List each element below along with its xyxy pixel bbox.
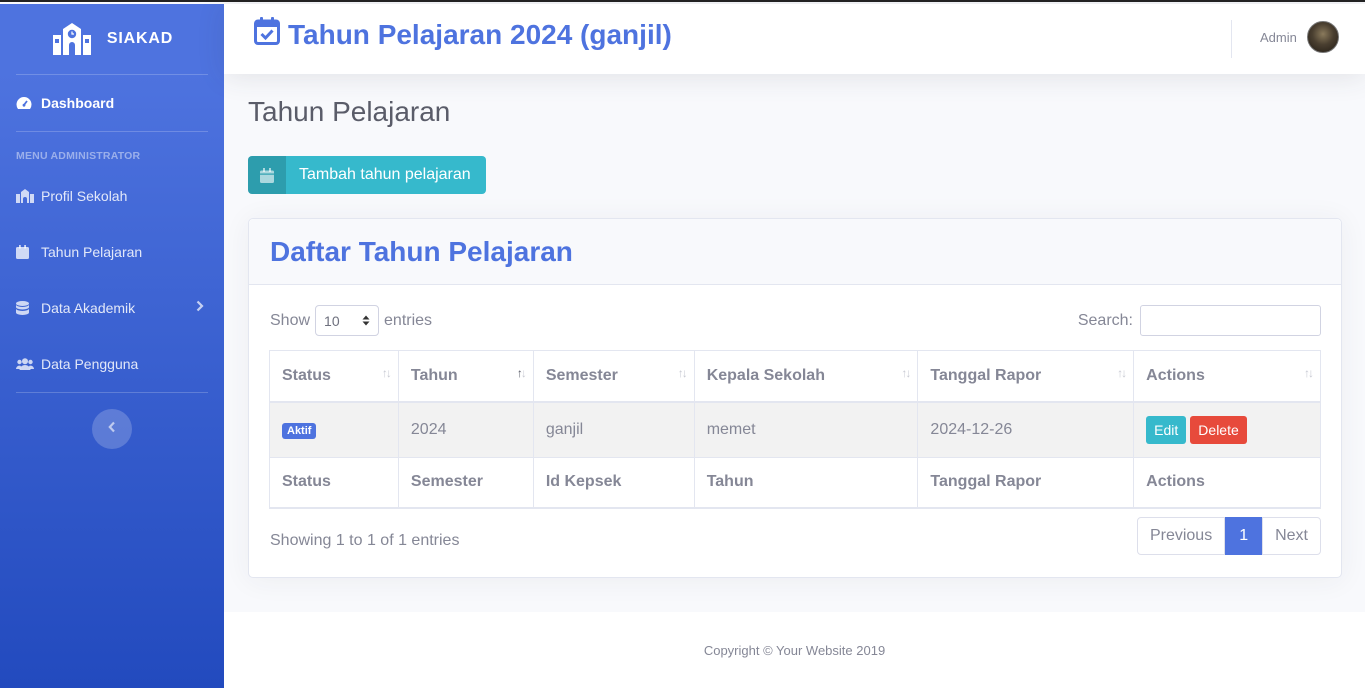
- table-search: Search:: [1078, 305, 1321, 336]
- sort-icon: ↑↓: [1117, 366, 1127, 380]
- brand-name: SIAKAD: [106, 30, 174, 47]
- sidebar-toggle-button[interactable]: [92, 409, 132, 449]
- sidebar-item-profil-sekolah[interactable]: Profil Sekolah: [0, 168, 224, 224]
- column-header-tanggal-rapor[interactable]: Tanggal Rapor ↑↓: [917, 350, 1135, 403]
- calendar-icon: [248, 156, 286, 194]
- cell-tanggal-rapor: 2024-12-26: [917, 401, 1135, 458]
- footer-column-tanggal-rapor: Tanggal Rapor: [917, 457, 1135, 509]
- entries-length-control: Show 10 entries: [270, 305, 432, 336]
- sidebar-item-data-akademik[interactable]: Data Akademik: [0, 280, 224, 336]
- sidebar-item-label: Profil Sekolah: [41, 188, 128, 204]
- footer-column-tahun: Tahun: [693, 457, 919, 509]
- add-button-label: Tambah tahun pelajaran: [299, 166, 471, 183]
- sort-asc-icon: ↑↓: [516, 366, 527, 380]
- topbar-title: Tahun Pelajaran 2024 (ganjil): [254, 17, 672, 52]
- avatar: [1306, 21, 1339, 53]
- table-info: Showing 1 to 1 of 1 entries: [270, 532, 460, 549]
- cell-semester: ganjil: [532, 401, 695, 458]
- column-header-label: Status: [282, 366, 331, 384]
- topbar: Tahun Pelajaran 2024 (ganjil) Admin: [224, 4, 1365, 74]
- sort-icon: ↑↓: [1304, 366, 1314, 380]
- calendar-check-icon: [254, 17, 280, 52]
- footer-column-semester: Semester: [397, 457, 534, 509]
- cell-kepala-sekolah: memet: [693, 401, 919, 458]
- school-icon: [51, 23, 93, 55]
- sidebar-item-label: Tahun Pelajaran: [41, 244, 143, 260]
- user-name: Admin: [1260, 29, 1297, 45]
- sidebar-divider: [16, 392, 208, 393]
- school-icon: [16, 189, 34, 203]
- page-heading: Tahun Pelajaran 2024 (ganjil): [288, 18, 672, 50]
- sidebar-brand[interactable]: SIAKAD: [0, 4, 224, 74]
- column-header-label: Actions: [1146, 366, 1205, 384]
- footer: Copyright © Your Website 2019: [224, 612, 1365, 688]
- chevron-right-icon: [196, 299, 204, 315]
- column-header-actions[interactable]: Actions ↑↓: [1133, 350, 1321, 403]
- edit-button[interactable]: Edit: [1146, 415, 1187, 444]
- column-header-label: Semester: [545, 366, 618, 384]
- delete-button[interactable]: Delete: [1190, 415, 1247, 444]
- copyright-text: Copyright © Your Website 2019: [703, 642, 886, 658]
- column-header-semester[interactable]: Semester ↑↓: [532, 350, 695, 403]
- sort-icon: ↑↓: [901, 366, 911, 380]
- show-label: Show: [270, 311, 311, 329]
- pagination-previous[interactable]: Previous: [1136, 517, 1226, 555]
- entries-select-value: 10: [324, 312, 340, 329]
- sidebar-item-label: Data Akademik: [41, 300, 136, 316]
- cell-tahun: 2024: [397, 401, 534, 458]
- footer-column-actions: Actions: [1133, 457, 1321, 509]
- page-title: Tahun Pelajaran: [248, 96, 451, 127]
- entries-label: entries: [384, 311, 433, 329]
- footer-column-id-kepsek: Id Kepsek: [532, 457, 695, 509]
- sidebar-item-label: Data Pengguna: [41, 356, 139, 372]
- user-menu[interactable]: Admin: [1260, 21, 1339, 53]
- database-icon: [16, 301, 34, 315]
- sidebar: SIAKAD Dashboard MENU ADMINISTRATOR Prof…: [0, 4, 224, 688]
- sort-arrows-icon: [362, 313, 370, 329]
- footer-column-status: Status: [269, 457, 399, 509]
- cell-status: Aktif: [269, 401, 399, 458]
- card-title: Daftar Tahun Pelajaran: [249, 219, 1341, 285]
- table-row: Aktif 2024 ganjil memet 2024-12-26 Edit D…: [269, 401, 1321, 458]
- add-tahun-pelajaran-button[interactable]: Tambah tahun pelajaran: [248, 156, 486, 194]
- column-header-kepala-sekolah[interactable]: Kepala Sekolah ↑↓: [693, 350, 919, 403]
- table-header-row: Status ↑↓ Tahun ↑↓ Semester ↑↓ Kepala Sekol…: [269, 350, 1321, 403]
- column-header-status[interactable]: Status ↑↓: [269, 350, 399, 403]
- pagination: Previous 1 Next: [1136, 517, 1321, 555]
- column-header-label: Kepala Sekolah: [706, 366, 825, 384]
- search-label: Search:: [1077, 311, 1133, 329]
- sidebar-item-data-pengguna[interactable]: Data Pengguna: [0, 336, 224, 392]
- sidebar-heading: MENU ADMINISTRATOR: [16, 150, 141, 162]
- status-badge: Aktif: [282, 422, 317, 439]
- column-header-label: Tahun: [410, 366, 458, 384]
- search-input[interactable]: [1140, 305, 1321, 336]
- sort-icon: ↑↓: [677, 366, 688, 380]
- table-footer-row: Status Semester Id Kepsek Tahun Tanggal …: [269, 457, 1321, 509]
- tahun-pelajaran-card: Daftar Tahun Pelajaran Show 10 entries S…: [248, 218, 1342, 578]
- pagination-page-1[interactable]: 1: [1225, 517, 1263, 555]
- tahun-pelajaran-table: Status ↑↓ Tahun ↑↓ Semester ↑↓ Kepala Sekol…: [269, 350, 1321, 509]
- sidebar-item-tahun-pelajaran[interactable]: Tahun Pelajaran: [0, 224, 224, 280]
- entries-select[interactable]: 10: [315, 305, 380, 336]
- cell-actions: Edit Delete: [1133, 401, 1321, 458]
- column-header-label: Tanggal Rapor: [930, 366, 1042, 384]
- column-header-tahun[interactable]: Tahun ↑↓: [397, 350, 534, 403]
- sidebar-item-dashboard[interactable]: Dashboard: [0, 75, 224, 131]
- chevron-left-icon: [108, 420, 116, 438]
- users-icon: [16, 358, 34, 370]
- topbar-divider: [1231, 20, 1232, 58]
- sidebar-item-label: Dashboard: [41, 95, 115, 111]
- calendar-icon: [16, 245, 34, 259]
- tachometer-icon: [16, 96, 34, 110]
- pagination-next[interactable]: Next: [1262, 517, 1321, 555]
- sort-icon: ↑↓: [381, 366, 392, 380]
